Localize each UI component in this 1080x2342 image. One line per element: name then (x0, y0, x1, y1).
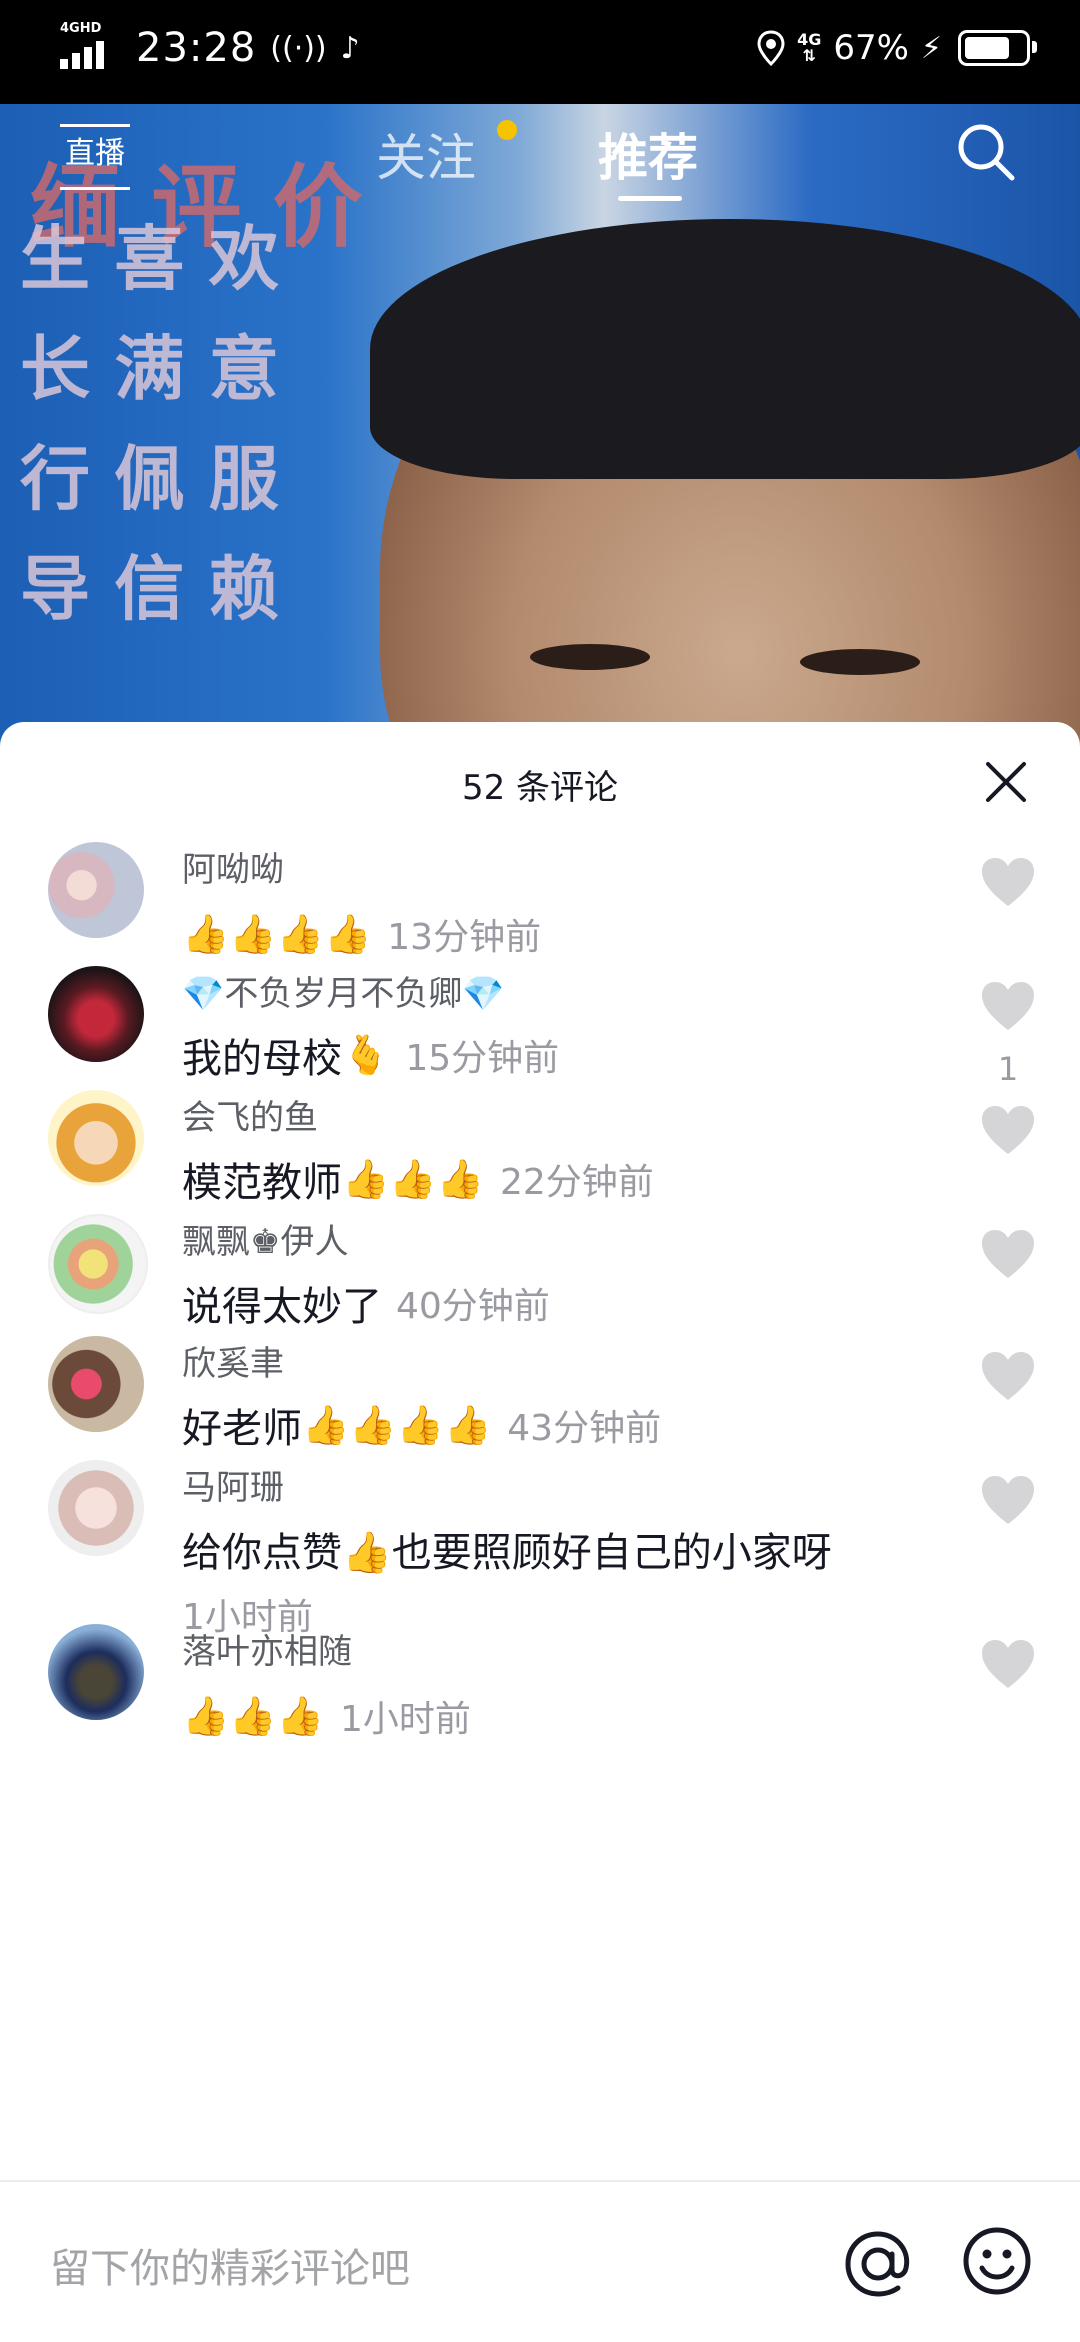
finger-heart-emoji: 🫰 (342, 1032, 390, 1077)
heart-icon[interactable] (980, 1228, 1036, 1280)
heart-icon[interactable] (980, 980, 1036, 1032)
heart-icon[interactable] (980, 1474, 1036, 1526)
comment-time: 40分钟前 (396, 1286, 550, 1327)
comment-time: 13分钟前 (387, 917, 542, 958)
avatar[interactable] (48, 966, 144, 1062)
heart-icon[interactable] (980, 1350, 1036, 1402)
banner-text: 生 喜 欢 长 满 意 行 佩 服 导 信 赖 (20, 217, 279, 630)
notification-dot (497, 120, 517, 140)
thumbs-up-emoji: 👍👍👍 (342, 1156, 484, 1201)
hotspot-icon: ((·)) (270, 30, 327, 66)
charging-icon: ⚡ (920, 30, 942, 66)
status-bar: 4GHD 23:28 ((·)) ♪ 4G ⇅ 67% ⚡ (0, 0, 1080, 104)
comments-sheet: 52 条评论 阿呦呦 👍👍👍👍 13分钟前 💎不负岁月不负卿💎 我的母校 🫰 1… (0, 722, 1080, 2340)
thumbs-up-emoji: 👍👍👍👍 (302, 1402, 492, 1447)
avatar[interactable] (48, 1336, 144, 1432)
close-icon[interactable] (984, 760, 1028, 804)
comment-text: 说得太妙了 (182, 1284, 382, 1330)
mobile-data-icon: 4G ⇅ (797, 30, 822, 65)
video-background[interactable]: 缅 评 价 生 喜 欢 长 满 意 行 佩 服 导 信 赖 (0, 104, 1080, 744)
comment-username[interactable]: 马阿珊 (182, 1460, 284, 1509)
avatar[interactable] (48, 1460, 144, 1556)
comment-time: 43分钟前 (507, 1408, 662, 1449)
tab-recommended[interactable]: 推荐 (598, 118, 698, 190)
comment-input[interactable]: 留下你的精彩评论吧 (50, 2236, 410, 2294)
comment-time: 15分钟前 (405, 1038, 560, 1079)
comment-username[interactable]: 落叶亦相随 (182, 1624, 352, 1673)
heart-icon[interactable] (980, 1638, 1036, 1690)
comment-username[interactable]: 飘飘♚伊人 (182, 1214, 348, 1263)
comments-count-title: 52 条评论 (461, 768, 619, 808)
avatar[interactable] (48, 842, 144, 938)
comment-username[interactable]: 会飞的鱼 (182, 1090, 318, 1139)
comment-time: 1小时前 (339, 1699, 471, 1740)
heart-icon[interactable] (980, 1104, 1036, 1156)
comment-time: 22分钟前 (499, 1162, 654, 1203)
comment-username[interactable]: 💎不负岁月不负卿💎 (182, 966, 505, 1015)
battery-icon (958, 30, 1037, 66)
thumbs-up-emoji: 👍👍👍 (182, 1693, 324, 1738)
live-button[interactable]: 直播 (60, 124, 130, 190)
tab-following[interactable]: 关注 (376, 118, 476, 190)
search-icon[interactable] (954, 120, 1018, 184)
person-eye (800, 649, 920, 675)
avatar[interactable] (48, 1214, 148, 1314)
status-time: 23:28 (136, 25, 257, 71)
comment-text: 模范教师 (182, 1160, 342, 1206)
avatar[interactable] (48, 1090, 144, 1186)
mention-icon[interactable] (840, 2226, 916, 2302)
comment-username[interactable]: 阿呦呦 (182, 842, 284, 891)
comment-input-bar: 留下你的精彩评论吧 (0, 2180, 1080, 2342)
comment-text: 我的母校 (182, 1036, 342, 1082)
comment-username[interactable]: 欣奚聿 (182, 1336, 284, 1385)
emoji-icon[interactable] (962, 2226, 1032, 2296)
avatar[interactable] (48, 1624, 144, 1720)
tiktok-icon: ♪ (340, 30, 360, 66)
signal-icon: 4GHD (60, 21, 118, 73)
active-tab-indicator (618, 196, 682, 201)
person-hair (370, 219, 1080, 479)
location-icon (757, 30, 785, 66)
thumbs-up-emoji: 👍👍👍👍 (182, 911, 372, 956)
person-eye (530, 644, 650, 670)
like-count: 1 (997, 1050, 1019, 1088)
comment-text: 好老师 (182, 1406, 302, 1452)
comment-text: 给你点赞👍也要照顾好自己的小家呀 (182, 1530, 832, 1576)
heart-icon[interactable] (980, 856, 1036, 908)
battery-percent: 67% (833, 28, 909, 68)
